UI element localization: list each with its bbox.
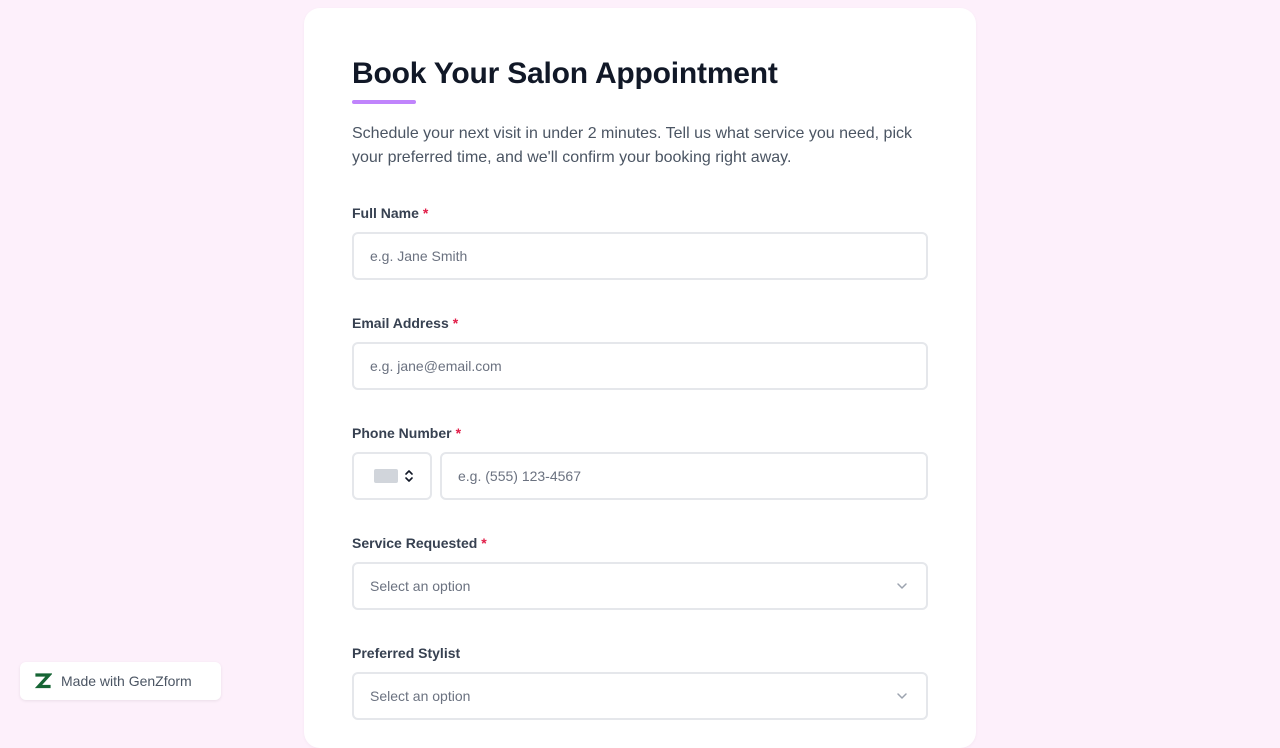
badge-text: Made with GenZform <box>61 673 192 689</box>
phone-label-text: Phone Number <box>352 425 452 441</box>
required-marker: * <box>455 425 462 441</box>
stylist-select[interactable]: Select an option <box>352 672 928 720</box>
email-label-text: Email Address <box>352 315 449 331</box>
chevron-down-icon <box>897 693 907 699</box>
title-underline <box>352 100 416 104</box>
email-field: Email Address * e.g. jane@email.com <box>352 314 928 390</box>
stylist-placeholder: Select an option <box>370 688 471 704</box>
stylist-label: Preferred Stylist <box>352 644 928 662</box>
service-select[interactable]: Select an option <box>352 562 928 610</box>
required-marker: * <box>422 205 429 221</box>
full-name-placeholder: e.g. Jane Smith <box>370 248 468 264</box>
phone-field: Phone Number * e.g. (555) 123-4567 <box>352 424 928 500</box>
full-name-field: Full Name * e.g. Jane Smith <box>352 204 928 280</box>
service-label: Service Requested * <box>352 534 928 552</box>
form-title: Book Your Salon Appointment <box>352 57 778 90</box>
form-card: Book Your Salon Appointment Schedule you… <box>304 8 976 748</box>
chevron-up-down-icon <box>405 470 413 482</box>
chevron-down-icon <box>897 583 907 589</box>
required-marker: * <box>452 315 459 331</box>
full-name-label: Full Name * <box>352 204 928 222</box>
flag-icon <box>374 469 398 483</box>
genzform-logo-icon <box>34 673 52 689</box>
service-label-text: Service Requested <box>352 535 478 551</box>
form-content: Book Your Salon Appointment Schedule you… <box>352 56 928 720</box>
country-code-select[interactable] <box>352 452 432 500</box>
phone-row: e.g. (555) 123-4567 <box>352 452 928 500</box>
phone-input[interactable]: e.g. (555) 123-4567 <box>440 452 928 500</box>
phone-placeholder: e.g. (555) 123-4567 <box>458 468 581 484</box>
stylist-label-text: Preferred Stylist <box>352 645 461 661</box>
made-with-genzform-badge[interactable]: Made with GenZform <box>20 662 221 700</box>
full-name-input[interactable]: e.g. Jane Smith <box>352 232 928 280</box>
service-field: Service Requested * Select an option <box>352 534 928 610</box>
email-input[interactable]: e.g. jane@email.com <box>352 342 928 390</box>
service-placeholder: Select an option <box>370 578 471 594</box>
email-label: Email Address * <box>352 314 928 332</box>
phone-label: Phone Number * <box>352 424 928 442</box>
required-marker: * <box>481 535 487 551</box>
stylist-field: Preferred Stylist Select an option <box>352 644 928 720</box>
full-name-label-text: Full Name <box>352 205 419 221</box>
email-placeholder: e.g. jane@email.com <box>370 358 502 374</box>
form-description: Schedule your next visit in under 2 minu… <box>352 125 912 166</box>
